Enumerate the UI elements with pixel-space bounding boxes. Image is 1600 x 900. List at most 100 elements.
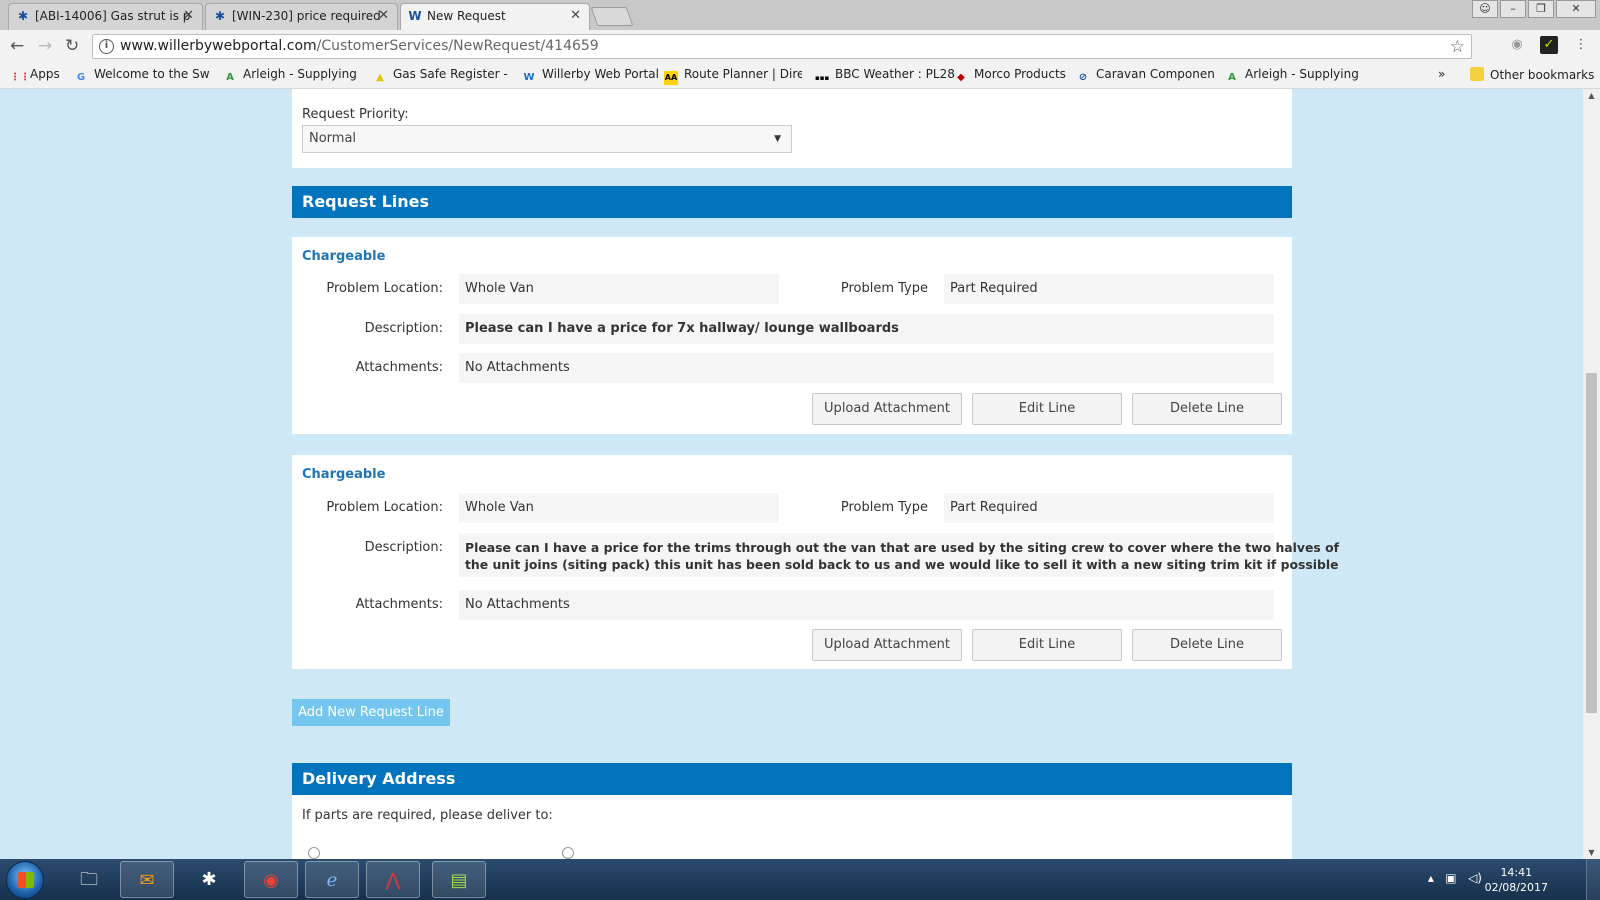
forward-arrow-icon[interactable]: → <box>38 37 52 55</box>
bookmark-label: Welcome to the Swift <box>94 67 209 81</box>
browser-tab-strip: ✱ [ABI-14006] Gas strut is p ✕ ✱ [WIN-23… <box>0 0 1600 30</box>
upload-attachment-button[interactable]: Upload Attachment <box>812 393 962 425</box>
new-tab-button[interactable] <box>590 7 634 26</box>
apps-grid-icon: ⋮⋮ <box>10 72 30 83</box>
bookmark-label: Other bookmarks <box>1490 68 1595 82</box>
description-label: Description: <box>364 540 443 555</box>
request-line-card: Chargeable Problem Location: Whole Van P… <box>292 237 1292 434</box>
system-tray-icons[interactable]: ▴ ▣ ◁) <box>1428 871 1482 885</box>
bookmark-label: Caravan Components <box>1096 67 1214 81</box>
description-label: Description: <box>364 321 443 336</box>
browser-tab-3[interactable]: W New Request ✕ <box>400 3 590 30</box>
close-window-button[interactable]: ✕ <box>1556 0 1596 18</box>
extension-icon[interactable]: ◉ <box>1508 36 1526 54</box>
problem-type-value: Part Required <box>944 274 1274 304</box>
info-icon[interactable]: i <box>99 39 114 54</box>
arleigh-icon: A <box>226 72 234 83</box>
problem-type-value: Part Required <box>944 493 1274 523</box>
request-priority-select[interactable]: Normal ▼ <box>302 125 792 153</box>
bookmark-label: Morco Products <box>974 67 1066 81</box>
window-controls: ☺ – ❐ ✕ <box>1470 0 1596 18</box>
bookmark-label: BBC Weather : PL28 <box>835 67 955 81</box>
bbc-icon: ▪▪▪ <box>815 74 830 82</box>
tab-title: [ABI-14006] Gas strut is p <box>35 9 191 23</box>
attachments-value: No Attachments <box>459 590 1274 620</box>
bookmark-item[interactable]: G Welcome to the Swift <box>74 67 209 85</box>
bookmark-item[interactable]: A Arleigh - Supplying t <box>223 67 360 85</box>
windows-logo-icon <box>18 872 34 888</box>
attachments-label: Attachments: <box>355 360 443 375</box>
description-line: Please can I have a price for the trims … <box>465 540 1339 555</box>
clock-date: 02/08/2017 <box>1484 881 1548 894</box>
bookmark-label: Route Planner | Direc <box>684 67 802 81</box>
edit-line-button[interactable]: Edit Line <box>972 393 1122 425</box>
chrome-icon[interactable]: ◉ <box>244 861 298 898</box>
file-explorer-icon[interactable]: 🗀 <box>62 861 116 898</box>
show-desktop-button[interactable] <box>1586 859 1600 900</box>
acrobat-icon[interactable]: ⋀ <box>366 861 420 898</box>
browser-tab-2[interactable]: ✱ [WIN-230] price required ✕ <box>205 3 398 30</box>
bookmark-item[interactable]: ▲ Gas Safe Register - Lo <box>373 67 510 85</box>
address-bar[interactable]: i www.willerbywebportal.com/CustomerServ… <box>92 34 1472 59</box>
willerby-icon: W <box>408 9 422 23</box>
delivery-prompt: If parts are required, please deliver to… <box>302 808 553 823</box>
clock[interactable]: 14:41 02/08/2017 <box>1485 865 1548 895</box>
bookmark-item[interactable]: W Willerby Web Portal <box>522 67 658 85</box>
bookmark-item[interactable]: ⊘ Caravan Components <box>1076 67 1214 85</box>
browser-toolbar: ← → ↻ i www.willerbywebportal.com/Custom… <box>0 30 1600 63</box>
tab-title: [WIN-230] price required <box>232 9 381 23</box>
delivery-radio[interactable] <box>308 847 320 859</box>
menu-icon[interactable]: ⋮ <box>1572 36 1590 54</box>
line-charge-type: Chargeable <box>302 249 386 264</box>
page-scrollbar[interactable]: ▲ ▼ <box>1583 89 1600 859</box>
delivery-address-header: Delivery Address <box>292 763 1292 795</box>
problem-type-label: Problem Type <box>840 281 928 296</box>
close-icon[interactable]: ✕ <box>378 4 389 28</box>
delete-line-button[interactable]: Delete Line <box>1132 629 1282 661</box>
description-value: Please can I have a price for 7x hallway… <box>459 314 1274 344</box>
problem-type-label: Problem Type <box>840 500 928 515</box>
outlook-icon[interactable]: ✉ <box>120 861 174 898</box>
jira-icon[interactable]: ✱ <box>182 861 236 898</box>
upload-attachment-button[interactable]: Upload Attachment <box>812 629 962 661</box>
scroll-up-arrow-icon[interactable]: ▲ <box>1583 91 1600 100</box>
sage-icon[interactable]: ▤ <box>432 861 486 898</box>
extension-icon[interactable]: ✓ <box>1540 36 1558 54</box>
jira-icon: ✱ <box>17 9 29 23</box>
close-icon[interactable]: ✕ <box>183 4 194 28</box>
aa-icon: AA <box>664 71 678 85</box>
delivery-radio[interactable] <box>562 847 574 859</box>
bookmark-item[interactable]: ◆ Morco Products <box>954 67 1066 85</box>
add-new-request-line-button[interactable]: Add New Request Line <box>292 699 450 726</box>
minimize-button[interactable]: – <box>1500 0 1526 18</box>
bookmark-item[interactable]: AA Route Planner | Direc <box>664 67 802 85</box>
reload-icon[interactable]: ↻ <box>65 37 79 55</box>
profile-icon[interactable]: ☺ <box>1472 0 1498 18</box>
star-icon[interactable]: ☆ <box>1450 37 1465 57</box>
bookmark-item[interactable]: ⋮⋮Apps <box>10 67 60 85</box>
bookmark-label: Gas Safe Register - Lo <box>393 67 510 81</box>
more-bookmarks-chevron[interactable]: » <box>1438 67 1445 81</box>
windows-taskbar: 🗀 ✉ ✱ ◉ ℯ ⋀ ▤ ▴ ▣ ◁) 14:41 02/08/2017 <box>0 859 1600 900</box>
request-priority-panel: Request Priority: Normal ▼ <box>292 89 1292 168</box>
browser-tab-1[interactable]: ✱ [ABI-14006] Gas strut is p ✕ <box>8 3 203 30</box>
scrollbar-thumb[interactable] <box>1586 373 1597 713</box>
back-arrow-icon[interactable]: ← <box>10 37 24 55</box>
bookmark-item[interactable]: A Arleigh - Supplying t <box>1225 67 1362 85</box>
start-button[interactable] <box>6 861 44 899</box>
bookmark-item[interactable]: ▪▪▪ BBC Weather : PL28 <box>815 67 955 85</box>
bookmark-label: Arleigh - Supplying t <box>243 67 360 81</box>
ie-icon[interactable]: ℯ <box>305 861 359 898</box>
arleigh-icon: A <box>1228 72 1236 83</box>
description-line: the unit joins (siting pack) this unit h… <box>465 557 1339 572</box>
attachments-label: Attachments: <box>355 597 443 612</box>
close-icon[interactable]: ✕ <box>570 4 581 28</box>
edit-line-button[interactable]: Edit Line <box>972 629 1122 661</box>
description-value: Please can I have a price for the trims … <box>459 533 1339 577</box>
problem-location-value: Whole Van <box>459 493 779 523</box>
delete-line-button[interactable]: Delete Line <box>1132 393 1282 425</box>
scroll-down-arrow-icon[interactable]: ▼ <box>1583 848 1600 857</box>
delivery-address-panel: If parts are required, please deliver to… <box>292 795 1292 859</box>
restore-button[interactable]: ❐ <box>1528 0 1554 18</box>
other-bookmarks[interactable]: Other bookmarks <box>1470 67 1594 82</box>
